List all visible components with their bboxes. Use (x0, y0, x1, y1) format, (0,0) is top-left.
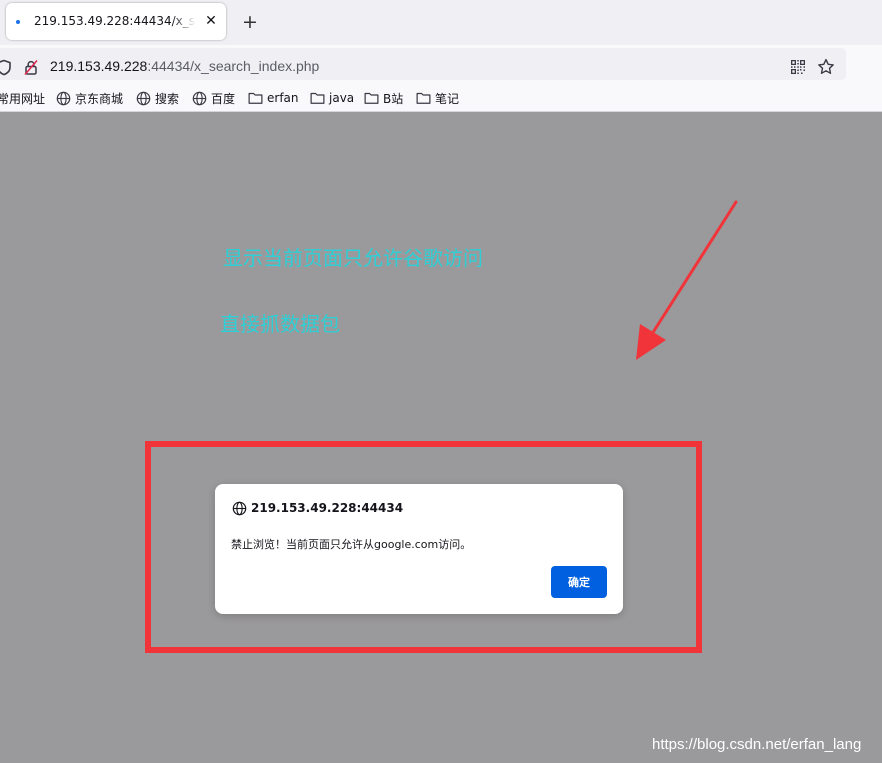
bookmark-label: 常用网址 (0, 91, 46, 106)
folder-icon (416, 92, 431, 104)
bookmarks-toolbar: 常用网址 京东商城 搜索 百度 erfan java B站 笔记 (0, 83, 882, 112)
globe-icon (232, 501, 247, 520)
bookmark-label: 京东商城 (75, 91, 124, 106)
folder-icon (364, 92, 379, 104)
new-tab-button[interactable]: + (240, 12, 260, 32)
globe-icon (192, 91, 207, 105)
watermark-text: https://blog.csdn.net/erfan_lang (652, 736, 862, 753)
tab-close-icon[interactable]: ✕ (203, 13, 219, 29)
insecure-lock-icon[interactable] (23, 59, 39, 80)
url-host: 219.153.49.228 (50, 58, 148, 74)
folder-icon (310, 92, 325, 104)
alert-dialog: 219.153.49.228:44434 禁止浏览！当前页面只允许从google… (215, 484, 623, 614)
navigation-bar: 219.153.49.228:44434/x_search_index.php (0, 45, 882, 83)
bookmark-label: erfan (267, 91, 299, 105)
tab-loading-dot-icon (16, 20, 20, 24)
bookmark-item[interactable]: 百度 (192, 90, 235, 106)
annotation-arrow (636, 200, 738, 360)
bookmark-star-icon[interactable] (817, 58, 835, 80)
url-text[interactable]: 219.153.49.228:44434/x_search_index.php (50, 58, 319, 74)
bookmark-item[interactable]: B站 (364, 90, 403, 106)
page-content-overlay: 显示当前页面只允许谷歌访问 直接抓数据包 219.153.49.228:4443… (0, 112, 882, 763)
tab-strip: 219.153.49.228:44434/x_search_index.php … (0, 0, 882, 45)
dialog-message: 禁止浏览！当前页面只允许从google.com访问。 (231, 538, 472, 551)
bookmark-item[interactable]: 搜索 (136, 90, 179, 106)
bookmark-item[interactable]: 常用网址 (0, 90, 45, 106)
dialog-origin: 219.153.49.228:44434 (251, 501, 404, 515)
bookmark-item[interactable]: 京东商城 (56, 90, 123, 106)
folder-icon (248, 92, 263, 104)
bookmark-item[interactable]: erfan (248, 90, 299, 106)
bookmark-item[interactable]: 笔记 (416, 90, 459, 106)
ok-button[interactable]: 确定 (551, 566, 607, 598)
tab-title: 219.153.49.228:44434/x_search_index.php (34, 14, 196, 28)
globe-icon (136, 91, 151, 105)
bookmark-label: java (329, 91, 355, 105)
bookmark-label: 笔记 (435, 91, 460, 106)
qr-code-icon[interactable] (790, 59, 806, 79)
tab-active[interactable]: 219.153.49.228:44434/x_search_index.php … (6, 3, 226, 40)
bookmark-label: 搜索 (155, 91, 180, 106)
bookmark-label: 百度 (211, 91, 236, 106)
annotation-text-google-only: 显示当前页面只允许谷歌访问 (223, 246, 483, 270)
url-path: :44434/x_search_index.php (147, 58, 320, 74)
url-bar[interactable]: 219.153.49.228:44434/x_search_index.php (0, 48, 846, 80)
globe-icon (56, 91, 71, 105)
tracking-shield-icon[interactable] (0, 59, 12, 80)
bookmark-label: B站 (383, 91, 404, 106)
bookmark-item[interactable]: java (310, 90, 354, 106)
annotation-text-capture-packet: 直接抓数据包 (220, 312, 340, 336)
